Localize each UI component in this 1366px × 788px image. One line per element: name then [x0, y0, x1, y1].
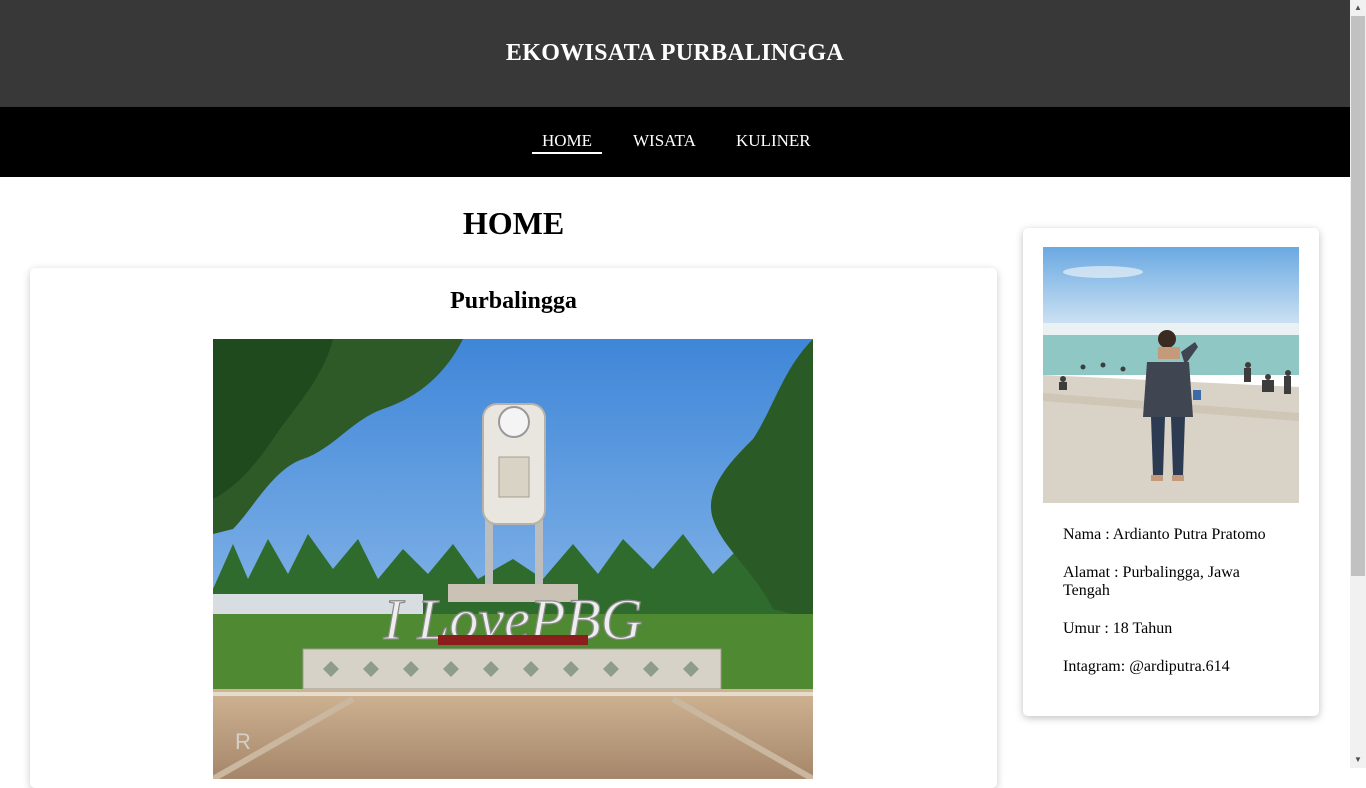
site-header: EKOWISATA PURBALINGGA [0, 0, 1350, 107]
nav-item-kuliner[interactable]: KULINER [736, 131, 811, 151]
svg-text:R: R [235, 729, 251, 754]
profile-age: Umur : 18 Tahun [1063, 620, 1173, 637]
nav-item-home[interactable]: HOME [532, 131, 603, 154]
profile-photo [1043, 247, 1299, 503]
article-card: Purbalingga I LovePBG R [30, 268, 997, 788]
page-title: HOME [462, 205, 565, 241]
arrow-up-icon[interactable]: ▲ [1350, 0, 1366, 16]
main-nav: HOME WISATA KULINER [0, 107, 1350, 177]
profile-instagram: Intagram: @ardiputra.614 [1063, 658, 1230, 675]
site-title: EKOWISATA PURBALINGGA [505, 40, 845, 66]
purbalingga-photo: I LovePBG R [213, 339, 813, 779]
page-scrollbar[interactable]: ▲ ▼ [1350, 0, 1366, 768]
arrow-down-icon[interactable]: ▼ [1350, 752, 1366, 768]
profile-card: Nama : Ardianto Putra Pratomo Alamat : P… [1023, 228, 1319, 716]
profile-info: Nama : Ardianto Putra Pratomo Alamat : P… [1063, 526, 1283, 696]
profile-address: Alamat : Purbalingga, Jawa Tengah [1063, 564, 1240, 599]
profile-name: Nama : Ardianto Putra Pratomo [1063, 526, 1266, 543]
nav-item-wisata[interactable]: WISATA [633, 131, 696, 151]
scrollbar-thumb[interactable] [1351, 16, 1365, 576]
card-title: Purbalingga [450, 288, 577, 314]
